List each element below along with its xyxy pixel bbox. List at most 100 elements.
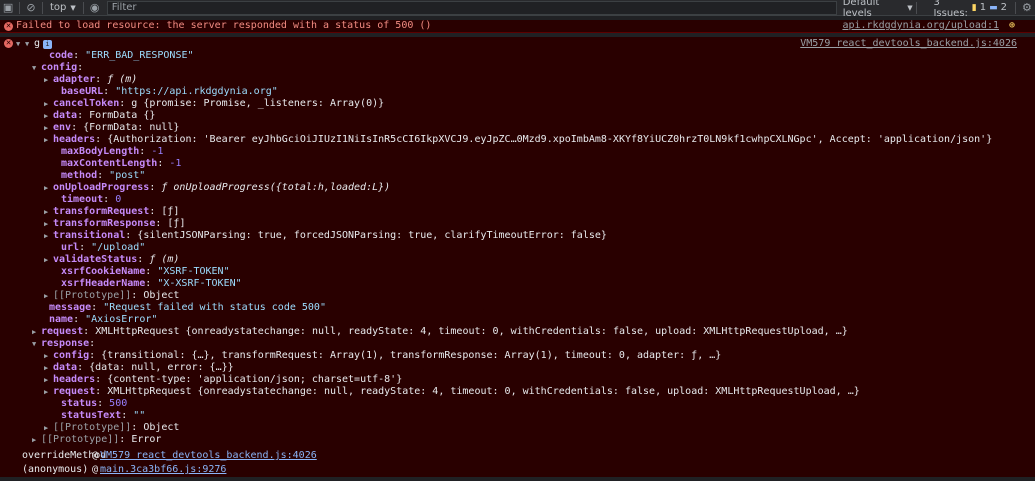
colon: :: [71, 122, 84, 133]
property-key: adapter: [53, 74, 96, 85]
property-key: message: [49, 302, 92, 313]
property-key: statusText: [61, 410, 122, 421]
sidebar-toggle-icon[interactable]: ▣: [0, 0, 16, 16]
expand-triangle-icon[interactable]: ▶: [44, 122, 53, 134]
clear-console-icon[interactable]: ⊘: [23, 0, 39, 16]
property-row: method: "post": [0, 170, 1035, 182]
filter-input[interactable]: Filter: [106, 0, 837, 15]
property-row[interactable]: ▼ config:: [0, 62, 1035, 74]
error-source-link[interactable]: VM579 react_devtools_backend.js:4026: [800, 38, 1017, 50]
expand-triangle-icon[interactable]: ▶: [44, 134, 53, 146]
expand-triangle-icon[interactable]: ▶: [44, 182, 53, 194]
expand-triangle-icon[interactable]: ▼: [25, 38, 34, 50]
expand-triangle-icon[interactable]: ▶: [44, 206, 53, 218]
property-value: Object: [143, 422, 180, 433]
property-row[interactable]: ▶ validateStatus: ƒ (m): [0, 254, 1035, 266]
property-row: statusText: "": [0, 410, 1035, 422]
expand-triangle-icon[interactable]: ▼: [32, 62, 41, 74]
expand-triangle-icon[interactable]: ▶: [44, 254, 53, 266]
property-key: cancelToken: [53, 98, 120, 109]
property-content: ▶ headers: {Authorization: 'Bearer eyJhbG…: [44, 134, 992, 146]
property-row[interactable]: ▶ request: XMLHttpRequest {onreadystatech…: [0, 386, 1035, 398]
property-row[interactable]: ▶ headers: {Authorization: 'Bearer eyJhbG…: [0, 134, 1035, 146]
property-key: xsrfCookieName: [61, 266, 146, 277]
expand-triangle-icon[interactable]: ▶: [44, 218, 53, 230]
property-row[interactable]: ▶ onUploadProgress: ƒ onUploadProgress({t…: [0, 182, 1035, 194]
property-row: baseURL: "https://api.rkdgdynia.org": [0, 86, 1035, 98]
colon: :: [119, 98, 132, 109]
property-row[interactable]: ▶ data: {data: null, error: {…}}: [0, 362, 1035, 374]
colon: :: [77, 62, 84, 73]
property-content: ▶ request: XMLHttpRequest {onreadystatech…: [44, 386, 860, 398]
property-value: FormData {}: [89, 110, 156, 121]
expand-triangle-icon[interactable]: ▶: [44, 422, 53, 434]
expand-triangle-icon[interactable]: ▶: [32, 326, 41, 338]
property-value: "AxiosError": [85, 314, 158, 325]
eye-icon[interactable]: ◉: [87, 0, 103, 16]
colon: :: [139, 146, 152, 157]
property-value: {data: null, error: {…}}: [89, 362, 234, 373]
property-row[interactable]: ▶ cancelToken: g {promise: Promise, _list…: [0, 98, 1035, 110]
property-value: g {promise: Promise, _listeners: Array(0…: [131, 98, 385, 109]
expand-triangle-icon[interactable]: ▼: [32, 338, 41, 350]
property-content: ▶ transformRequest: [ƒ]: [44, 206, 179, 218]
colon: :: [131, 422, 144, 433]
toolbar-divider: [19, 1, 20, 14]
property-value: "": [133, 410, 146, 421]
property-key: data: [53, 362, 78, 373]
expand-triangle-icon[interactable]: ▶: [44, 110, 53, 122]
settings-icon[interactable]: ⚙: [1019, 0, 1035, 16]
network-icon[interactable]: ⊕: [1009, 20, 1015, 32]
expand-triangle-icon[interactable]: ▶: [44, 230, 53, 242]
expand-triangle-icon[interactable]: ▶: [44, 386, 53, 398]
property-row[interactable]: ▶ headers: {content-type: 'application/js…: [0, 374, 1035, 386]
property-row[interactable]: ▶ request: XMLHttpRequest {onreadystatech…: [0, 326, 1035, 338]
property-value: -1: [151, 146, 164, 157]
property-row[interactable]: ▶ config: {transitional: {…}, transformRe…: [0, 350, 1035, 362]
property-content: maxContentLength: -1: [52, 158, 181, 170]
error-object-summary: ▼ ▼ g i: [16, 38, 53, 50]
warning-icon: ▮: [971, 2, 977, 13]
expand-triangle-icon[interactable]: ▶: [44, 98, 53, 110]
property-row[interactable]: ▶ env: {FormData: null}: [0, 122, 1035, 134]
expand-triangle-icon[interactable]: ▶: [32, 434, 41, 446]
property-value: 500: [109, 398, 128, 409]
error-object-header[interactable]: ✕ ▼ ▼ g i VM579 react_devtools_backend.js:4…: [0, 38, 1035, 50]
property-content: ▶ [[Prototype]]: Object: [44, 290, 179, 302]
property-row[interactable]: ▶ transitional: {silentJSONParsing: true,…: [0, 230, 1035, 242]
property-content: status: 500: [52, 398, 127, 410]
colon: :: [103, 86, 116, 97]
context-selector[interactable]: top ▼: [46, 2, 80, 13]
property-row[interactable]: ▶ [[Prototype]]: Object: [0, 422, 1035, 434]
property-row[interactable]: ▶ transformResponse: [ƒ]: [0, 218, 1035, 230]
expand-triangle-icon[interactable]: ▶: [44, 374, 53, 386]
property-content: ▼ response:: [32, 338, 95, 350]
colon: :: [77, 362, 90, 373]
property-key: config: [41, 62, 78, 73]
issues-counter[interactable]: 3 Issues: ▮ 1 ▬ 2: [933, 0, 1007, 19]
property-key: method: [61, 170, 98, 181]
property-value: [ƒ]: [161, 206, 180, 217]
colon: :: [125, 230, 138, 241]
expand-triangle-icon[interactable]: ▶: [44, 362, 53, 374]
property-row[interactable]: ▶ adapter: ƒ (m): [0, 74, 1035, 86]
stack-source-link[interactable]: VM579 react_devtools_backend.js:4026: [100, 450, 317, 462]
expand-triangle-icon[interactable]: ▶: [44, 74, 53, 86]
property-row[interactable]: ▶ [[Prototype]]: Object: [0, 290, 1035, 302]
property-content: ▶ config: {transitional: {…}, transformRe…: [44, 350, 721, 362]
colon: :: [89, 350, 102, 361]
expand-triangle-icon[interactable]: ▼: [16, 38, 25, 50]
property-row[interactable]: ▶ data: FormData {}: [0, 110, 1035, 122]
property-key: onUploadProgress: [53, 182, 150, 193]
colon: :: [121, 410, 134, 421]
chevron-down-icon: ▼: [907, 3, 913, 12]
error-source-link[interactable]: api.rkdgdynia.org/upload:1: [842, 20, 999, 32]
log-levels-dropdown[interactable]: Default levels ▼: [843, 0, 913, 19]
property-row[interactable]: ▶ transformRequest: [ƒ]: [0, 206, 1035, 218]
expand-triangle-icon[interactable]: ▶: [44, 290, 53, 302]
stack-source-link[interactable]: main.3ca3bf66.js:9276: [100, 464, 226, 476]
property-row[interactable]: ▶ [[Prototype]]: Error: [0, 434, 1035, 446]
expand-triangle-icon[interactable]: ▶: [44, 350, 53, 362]
property-row[interactable]: ▼ response:: [0, 338, 1035, 350]
property-content: ▶ transitional: {silentJSONParsing: true,…: [44, 230, 607, 242]
